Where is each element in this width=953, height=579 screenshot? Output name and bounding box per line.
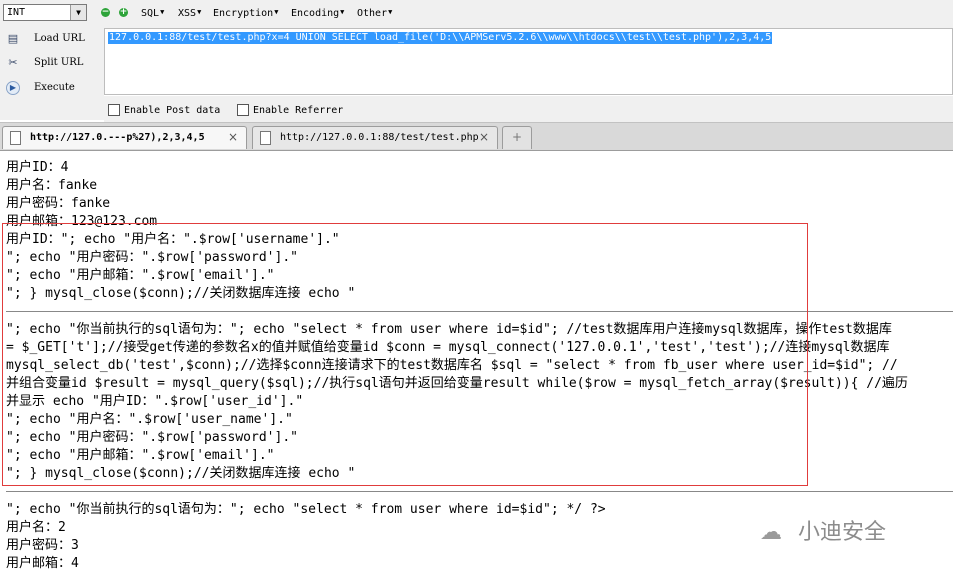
enable-post-label: Enable Post data bbox=[124, 104, 221, 116]
tab-title: http://127.0.---p%27),2,3,4,5 bbox=[30, 132, 205, 143]
load-url-label: Load URL bbox=[34, 33, 85, 44]
execute-label: Execute bbox=[34, 82, 75, 93]
tab-active[interactable]: http://127.0.---p%27),2,3,4,5 × bbox=[2, 126, 247, 149]
menu-other-label: Other bbox=[357, 8, 388, 19]
checkbox-box[interactable] bbox=[237, 104, 249, 116]
content-line: 用户ID：4 bbox=[6, 160, 69, 175]
caret-down-icon: ▼ bbox=[160, 8, 165, 16]
horizontal-rule bbox=[6, 491, 953, 492]
menu-encoding-label: Encoding bbox=[291, 8, 340, 19]
content-line: 用户密码：fanke bbox=[6, 196, 111, 211]
content-line: 用户名：2 bbox=[6, 520, 66, 535]
toolbar: INT ▼ − + SQL▼ XSS▼ Encryption▼ Encoding… bbox=[0, 0, 953, 29]
tab-title: http://127.0.0.1:88/test/test.php bbox=[280, 132, 479, 143]
caret-down-icon: ▼ bbox=[197, 8, 202, 16]
wechat-icon: ☁ bbox=[760, 520, 782, 545]
load-url-icon: ▤ bbox=[7, 32, 19, 45]
content-line: "; echo "你当前执行的sql语句为："; echo "select * … bbox=[6, 502, 606, 517]
enable-referrer-checkbox[interactable]: Enable Referrer bbox=[237, 103, 343, 117]
watermark-text: 小迪安全 bbox=[798, 520, 887, 545]
injection-type-select[interactable]: INT ▼ bbox=[3, 4, 87, 21]
options-row: Enable Post data Enable Referrer bbox=[104, 96, 953, 122]
caret-down-icon: ▼ bbox=[340, 8, 345, 16]
split-url-label: Split URL bbox=[34, 57, 84, 68]
chevron-down-icon[interactable]: ▼ bbox=[70, 5, 86, 20]
menu-xss-label: XSS bbox=[178, 8, 197, 19]
execute-button[interactable]: ▶ Execute bbox=[4, 79, 102, 99]
tab-bar: http://127.0.---p%27),2,3,4,5 × http://1… bbox=[0, 122, 953, 151]
menu-encryption-label: Encryption bbox=[213, 8, 274, 19]
content-line: 用户密码：3 bbox=[6, 538, 79, 553]
caret-down-icon: ▼ bbox=[388, 8, 393, 16]
plus-icon: + bbox=[511, 130, 523, 144]
menu-encryption[interactable]: Encryption▼ bbox=[213, 8, 278, 19]
load-url-button[interactable]: ▤ Load URL bbox=[4, 30, 102, 50]
injection-type-value: INT bbox=[7, 7, 26, 18]
tab-inactive[interactable]: http://127.0.0.1:88/test/test.php × bbox=[252, 126, 498, 149]
menu-xss[interactable]: XSS▼ bbox=[178, 8, 201, 19]
content-line: 用户邮箱：4 bbox=[6, 556, 79, 571]
checkbox-box[interactable] bbox=[108, 104, 120, 116]
enable-post-checkbox[interactable]: Enable Post data bbox=[108, 103, 220, 117]
page-icon bbox=[10, 131, 21, 145]
menu-encoding[interactable]: Encoding▼ bbox=[291, 8, 344, 19]
minus-icon[interactable]: − bbox=[101, 8, 110, 17]
split-url-icon: ✂ bbox=[8, 56, 18, 69]
split-url-button[interactable]: ✂ Split URL bbox=[4, 54, 102, 74]
new-tab-button[interactable]: + bbox=[502, 126, 532, 149]
command-panel: ▤ Load URL ✂ Split URL ▶ Execute bbox=[0, 28, 104, 120]
plus-icon[interactable]: + bbox=[119, 8, 128, 17]
caret-down-icon: ▼ bbox=[274, 8, 279, 16]
close-icon[interactable]: × bbox=[479, 130, 489, 144]
menu-sql[interactable]: SQL▼ bbox=[141, 8, 164, 19]
menu-other[interactable]: Other▼ bbox=[357, 8, 392, 19]
menu-sql-label: SQL bbox=[141, 8, 160, 19]
close-icon[interactable]: × bbox=[228, 130, 238, 144]
execute-icon: ▶ bbox=[6, 81, 20, 95]
page-content: 用户ID：4 用户名：fanke 用户密码：fanke 用户邮箱：123@123… bbox=[0, 150, 953, 579]
page-icon bbox=[260, 131, 271, 145]
enable-referrer-label: Enable Referrer bbox=[253, 104, 344, 116]
highlight-box bbox=[2, 223, 808, 486]
url-input[interactable]: 127.0.0.1:88/test/test.php?x=4 UNION SEL… bbox=[104, 28, 953, 95]
url-text[interactable]: 127.0.0.1:88/test/test.php?x=4 UNION SEL… bbox=[108, 32, 773, 44]
content-line: 用户名：fanke bbox=[6, 178, 98, 193]
